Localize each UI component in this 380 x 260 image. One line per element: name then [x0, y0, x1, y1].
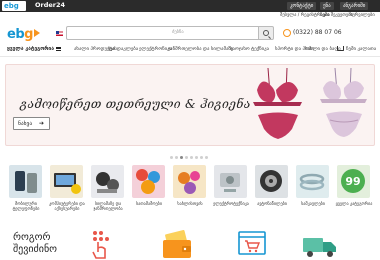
nav-divider [0, 56, 380, 57]
all-categories-menu[interactable]: ყველა კატეგორია [7, 46, 61, 52]
banner-dot[interactable] [185, 156, 188, 159]
appliance-category-icon [220, 173, 240, 192]
banner-dot[interactable] [195, 156, 198, 159]
banner-dot[interactable] [170, 156, 173, 159]
arrow-right-icon: ➔ [38, 120, 44, 127]
account-link[interactable]: ანგარიში [340, 2, 369, 10]
category-tile[interactable] [9, 165, 42, 198]
site-logo[interactable]: ebg [7, 27, 40, 42]
banner-dot[interactable] [175, 156, 178, 159]
us-flag-icon[interactable] [56, 31, 63, 36]
category-tile[interactable] [255, 165, 288, 198]
menu-icon [56, 46, 61, 51]
category-tile[interactable] [50, 165, 83, 198]
online-cart-icon [238, 231, 266, 255]
all-categories-badge: 99 [345, 175, 360, 188]
wishlist-link[interactable]: სურვილები [350, 13, 375, 18]
topbar-logo[interactable]: ebg [2, 1, 26, 11]
how-to-buy-title: როგორ შევიძინო [13, 232, 58, 255]
auto-category-icon [260, 170, 282, 192]
category-label[interactable]: მობილური ტელეფონები [7, 201, 45, 211]
search-placeholder: ძებნა [172, 30, 184, 35]
category-tile[interactable] [296, 165, 329, 198]
nav-item-home-garden[interactable]: სახლი და ბაღი [305, 47, 341, 52]
category-label[interactable]: სახლისთვის [171, 201, 209, 206]
phone-icon [283, 29, 291, 37]
beauty-category-icon [96, 172, 119, 193]
cart-link[interactable]: ჩემი კალათა [346, 47, 376, 52]
nav-item-appliances[interactable]: საოჯახო ტექნიკა [230, 47, 269, 52]
banner-dot[interactable] [200, 156, 203, 159]
all-categories-icon: 99 [341, 169, 365, 193]
top-bar: ebg Order24 კონტაქტი ენა ანგარიში [0, 0, 380, 12]
search-button[interactable] [258, 26, 274, 40]
banner-dot[interactable] [205, 156, 208, 159]
category-label[interactable]: ელექტროტექნიკა [212, 201, 250, 206]
category-tile[interactable] [214, 165, 247, 198]
banner-title: გამოიწერეთ თეთრეული & ჰიგიენა [20, 97, 251, 111]
cart-icon[interactable] [337, 46, 344, 51]
phone-category-icon [15, 171, 37, 193]
my-orders-link[interactable]: ჩემი შეკვეთები [320, 13, 353, 18]
category-label[interactable]: კომპიუტერები და აქსესუარები [48, 201, 86, 211]
category-label[interactable]: ყველა კატეგორია [335, 201, 373, 206]
category-label[interactable]: სილამაზე და ჯანმრთელობა [89, 201, 127, 211]
jewelry-category-icon [299, 173, 325, 191]
logo-arrow-icon [33, 29, 40, 37]
contact-link[interactable]: კონტაქტი [287, 2, 317, 10]
category-tile[interactable] [91, 165, 124, 198]
banner-dot[interactable] [190, 156, 193, 159]
nav-item-health-beauty[interactable]: ჯანმრთელობა და სილამაზე [168, 47, 233, 52]
wallet-icon [163, 229, 191, 258]
category-tile[interactable] [173, 165, 206, 198]
home-category-icon [178, 171, 200, 194]
tap-hand-icon [92, 231, 109, 259]
banner-dot[interactable] [180, 156, 183, 159]
category-label[interactable]: ავტონაწილები [253, 201, 291, 206]
category-label[interactable]: სამკაულები [294, 201, 332, 206]
category-label[interactable]: სათამაშოები [130, 201, 168, 206]
toys-category-icon [136, 169, 160, 194]
language-link[interactable]: ენა [320, 2, 334, 10]
search-icon [263, 30, 269, 36]
phone-number: (0322) 88 07 06 [293, 29, 342, 36]
search-input[interactable]: ძებნა [66, 26, 262, 40]
lingerie-product-image [253, 67, 367, 139]
order24-link[interactable]: Order24 [35, 1, 65, 9]
delivery-truck-icon [303, 238, 336, 257]
computer-category-icon [54, 173, 81, 194]
banner-view-button[interactable]: ნახვა ➔ [13, 117, 50, 130]
category-tile[interactable]: 99 [337, 165, 370, 198]
category-tile[interactable] [132, 165, 165, 198]
nav-item-discount[interactable]: ფასდაკლება [108, 47, 138, 52]
